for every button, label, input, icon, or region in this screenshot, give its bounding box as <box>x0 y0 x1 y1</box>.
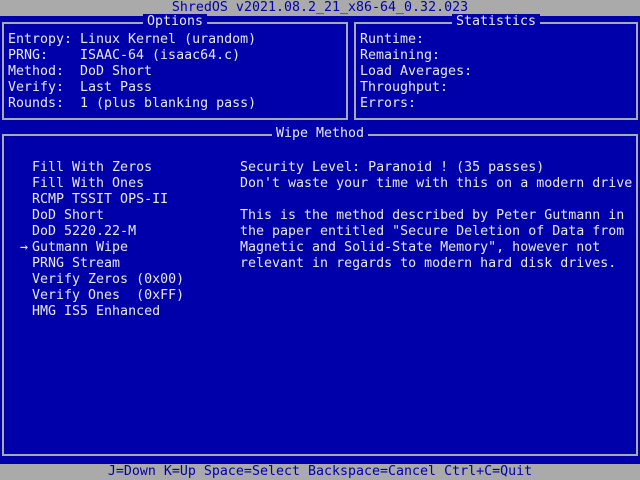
option-value-prng: ISAAC-64 (isaac64.c) <box>80 48 241 63</box>
method-description-line: Don't waste your time with this on a mod… <box>240 176 633 191</box>
method-description-line: This is the method described by Peter Gu… <box>240 208 625 223</box>
method-prng-stream[interactable]: PRNG Stream <box>32 256 212 272</box>
title-bar: ShredOS v2021.08.2_21_x86-64_0.32.023 <box>0 0 640 16</box>
option-label-method: Method: <box>8 64 65 79</box>
stat-errors: Errors: <box>360 96 417 111</box>
method-label: Verify Zeros (0x00) <box>32 272 185 287</box>
option-value-entropy: Linux Kernel (urandom) <box>80 32 257 47</box>
method-label: PRNG Stream <box>32 256 121 271</box>
method-dod-5220[interactable]: DoD 5220.22-M <box>32 224 212 240</box>
method-label: RCMP TSSIT OPS-II <box>32 192 169 207</box>
method-label: Gutmann Wipe <box>32 240 129 255</box>
method-verify-ones[interactable]: Verify Ones (0xFF) <box>32 288 212 304</box>
method-description-line: Magnetic and Solid-State Memory", howeve… <box>240 240 601 255</box>
method-fill-with-ones[interactable]: Fill With Ones <box>32 176 212 192</box>
option-value-method: DoD Short <box>80 64 153 79</box>
stat-remaining: Remaining: <box>360 48 441 63</box>
method-gutmann-wipe[interactable]: → Gutmann Wipe <box>20 240 212 256</box>
stat-load-averages: Load Averages: <box>360 64 473 79</box>
method-fill-with-zeros[interactable]: Fill With Zeros <box>32 160 212 176</box>
option-value-verify: Last Pass <box>80 80 153 95</box>
option-label-prng: PRNG: <box>8 48 49 63</box>
options-panel: Options Entropy: Linux Kernel (urandom) … <box>2 14 348 120</box>
option-label-rounds: Rounds: <box>8 96 65 111</box>
status-bar: J=Down K=Up Space=Select Backspace=Cance… <box>0 464 640 480</box>
method-label: HMG IS5 Enhanced <box>32 304 161 319</box>
options-title-wrap: Options <box>4 14 346 30</box>
wipe-method-title: Wipe Method <box>271 126 369 141</box>
method-label: Fill With Ones <box>32 176 145 191</box>
method-hmg-is5[interactable]: HMG IS5 Enhanced <box>32 304 212 320</box>
method-description-line: relevant in regards to modern hard disk … <box>240 256 617 271</box>
method-description-line: Security Level: Paranoid ! (35 passes) <box>240 160 545 175</box>
method-label: Fill With Zeros <box>32 160 153 175</box>
statistics-panel: Statistics Runtime: Remaining: Load Aver… <box>354 14 638 120</box>
stat-throughput: Throughput: <box>360 80 449 95</box>
statistics-title-wrap: Statistics <box>356 14 636 30</box>
wipe-method-title-wrap: Wipe Method <box>4 126 636 142</box>
wipe-method-panel: Wipe Method Fill With Zeros Fill With On… <box>2 126 638 456</box>
method-rcmp-tssit[interactable]: RCMP TSSIT OPS-II <box>32 192 212 208</box>
options-title: Options <box>142 14 208 29</box>
stat-runtime: Runtime: <box>360 32 425 47</box>
statistics-title: Statistics <box>451 14 541 29</box>
method-label: DoD Short <box>32 208 105 223</box>
option-label-verify: Verify: <box>8 80 65 95</box>
method-dod-short[interactable]: DoD Short <box>32 208 212 224</box>
method-label: Verify Ones (0xFF) <box>32 288 185 303</box>
method-label: DoD 5220.22-M <box>32 224 137 239</box>
method-description-line: the paper entitled "Secure Deletion of D… <box>240 224 625 239</box>
selection-arrow-icon: → <box>19 240 28 255</box>
option-label-entropy: Entropy: <box>8 32 73 47</box>
option-value-rounds: 1 (plus blanking pass) <box>80 96 257 111</box>
method-verify-zeros[interactable]: Verify Zeros (0x00) <box>32 272 212 288</box>
